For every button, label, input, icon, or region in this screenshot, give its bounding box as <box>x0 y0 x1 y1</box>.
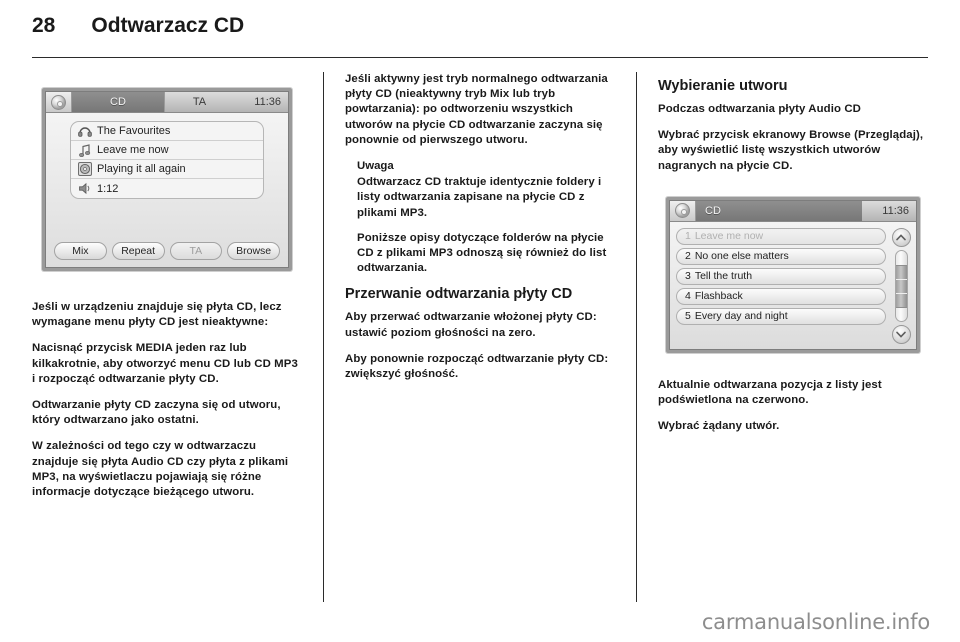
subsection-heading: Podczas odtwarzania płyty Audio CD <box>658 103 861 115</box>
cd-disc-icon <box>77 162 92 176</box>
table-row[interactable]: 2 No one else matters <box>676 247 886 265</box>
track-title: Tell the truth <box>694 270 753 283</box>
track-list: 1 Leave me now 2 No one else matters 3 T <box>676 227 886 344</box>
paragraph: Poniższe opisy dotyczące folderów na pły… <box>357 231 607 275</box>
header-divider-rule <box>32 57 928 58</box>
figure-cd-now-playing: CD TA 11:36 The Favourites Leave me now … <box>32 72 302 287</box>
table-row[interactable]: 1 Leave me now <box>676 227 886 245</box>
chevron-down-icon[interactable] <box>891 324 911 344</box>
content-columns: CD TA 11:36 The Favourites Leave me now … <box>32 72 928 602</box>
titlebar-source-label: CD <box>72 92 164 112</box>
paragraph: Nacisnąć przycisk MEDIA jeden raz lub ki… <box>32 342 298 385</box>
now-playing-info-list: The Favourites Leave me now Playing it a… <box>70 121 264 199</box>
cd-disc-icon <box>670 200 696 221</box>
screen-titlebar: CD 11:36 <box>670 200 916 222</box>
track-number: 4 <box>685 290 691 303</box>
note-title: Uwaga <box>357 160 394 173</box>
track-number: 5 <box>685 310 691 323</box>
softkey-bar: Mix Repeat TA Browse <box>52 242 282 261</box>
column-divider-right <box>615 72 658 602</box>
paragraph: Aktualnie odtwarzana pozycja z listy jes… <box>658 378 882 407</box>
column-middle: Jeśli aktywny jest tryb normalnego odtwa… <box>345 72 615 602</box>
titlebar-source-label: CD <box>696 200 862 221</box>
paragraph: Jeśli w urządzeniu znajduje się płyta CD… <box>32 301 282 329</box>
titlebar-ta-indicator: TA <box>164 92 234 112</box>
figure-cd-tracklist: CD 11:36 1 Leave me now 2 No one else ma… <box>658 184 928 365</box>
list-item[interactable]: Playing it all again <box>71 160 263 179</box>
infotainment-screen-now-playing: CD TA 11:36 The Favourites Leave me now … <box>42 88 292 271</box>
track-title: Flashback <box>694 290 743 303</box>
table-row[interactable]: 4 Flashback <box>676 287 886 305</box>
note-block: Uwaga Odtwarzacz CD traktuje identycznie… <box>345 159 615 276</box>
column-right: Wybieranie utworu Podczas odtwarzania pł… <box>658 72 928 602</box>
section-heading: Wybieranie utworu <box>658 78 788 94</box>
page-header: 28 Odtwarzacz CD <box>32 14 928 46</box>
manual-page: 28 Odtwarzacz CD CD TA 11:36 The Favouri… <box>0 0 960 642</box>
paragraph: Odtwarzacz CD traktuje identycznie folde… <box>357 176 602 219</box>
track-title: Every day and night <box>694 310 788 323</box>
scrollbar[interactable] <box>891 227 911 344</box>
page-title: Odtwarzacz CD <box>91 14 245 37</box>
softkey-repeat[interactable]: Repeat <box>111 242 165 260</box>
table-row[interactable]: 3 Tell the truth <box>676 267 886 285</box>
list-item[interactable]: The Favourites <box>71 122 263 141</box>
screen-titlebar: CD TA 11:36 <box>46 92 288 113</box>
screen-body: 1 Leave me now 2 No one else matters 3 T <box>670 221 916 349</box>
list-item-label: Leave me now <box>97 144 169 156</box>
list-item[interactable]: Leave me now <box>71 141 263 160</box>
paragraph: Odtwarzanie płyty CD zaczyna się od utwo… <box>32 399 281 427</box>
cd-disc-icon <box>46 92 72 112</box>
page-number: 28 <box>32 14 56 37</box>
chevron-up-icon[interactable] <box>891 227 911 247</box>
headphones-icon <box>77 124 92 138</box>
paragraph: Aby ponownie rozpocząć odtwarzanie płyty… <box>345 352 609 381</box>
softkey-mix[interactable]: Mix <box>54 242 107 260</box>
section-heading: Przerwanie odtwarzania płyty CD <box>345 286 573 303</box>
scrollbar-track[interactable] <box>894 249 908 322</box>
screen-body: The Favourites Leave me now Playing it a… <box>46 113 288 267</box>
titlebar-clock: 11:36 <box>862 200 916 221</box>
list-item-label: The Favourites <box>97 125 171 137</box>
infotainment-screen-tracklist: CD 11:36 1 Leave me now 2 No one else ma… <box>666 196 920 353</box>
paragraph: Wybrać przycisk ekranowy Browse (Przeglą… <box>658 129 924 172</box>
paragraph: Aby przerwać odtwarzanie włożonej płyty … <box>345 311 597 339</box>
softkey-browse[interactable]: Browse <box>227 242 280 260</box>
column-left: CD TA 11:36 The Favourites Leave me now … <box>32 72 302 602</box>
softkey-ta[interactable]: TA <box>169 242 223 260</box>
speaker-icon <box>77 182 92 196</box>
column-divider-left <box>302 72 345 602</box>
track-title: No one else matters <box>694 250 789 263</box>
titlebar-clock: 11:36 <box>234 92 288 112</box>
scrollbar-thumb <box>895 264 907 309</box>
track-number: 2 <box>685 250 691 263</box>
track-number: 1 <box>685 230 691 243</box>
track-elapsed-time: 1:12 <box>97 182 119 195</box>
music-note-icon <box>77 143 92 157</box>
track-title: Leave me now <box>694 230 764 243</box>
paragraph: Wybrać żądany utwór. <box>658 420 780 433</box>
paragraph: W zależności od tego czy w odtwarzaczu z… <box>32 440 289 499</box>
list-item-label: Playing it all again <box>97 163 186 175</box>
paragraph: Jeśli aktywny jest tryb normalnego odtwa… <box>345 73 608 146</box>
watermark: carmanualsonline.info <box>701 610 930 634</box>
track-number: 3 <box>685 270 691 283</box>
list-item[interactable]: 1:12 <box>71 179 263 198</box>
table-row[interactable]: 5 Every day and night <box>676 307 886 325</box>
